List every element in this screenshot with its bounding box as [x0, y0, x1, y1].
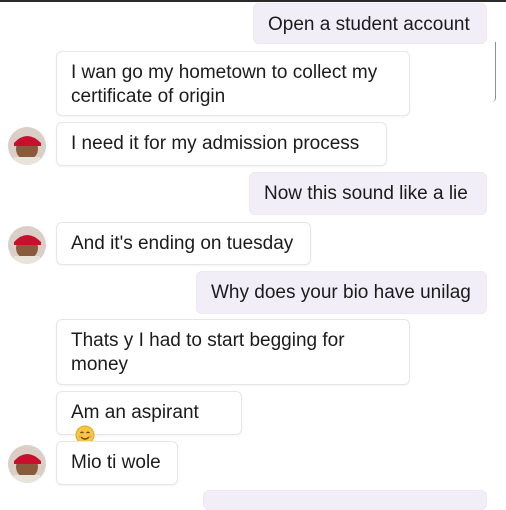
message-text: Mio ti wole [71, 452, 161, 473]
contact-avatar[interactable] [8, 226, 46, 264]
message-bubble-received[interactable]: And it's ending on tuesday [56, 222, 311, 265]
message-bubble-received[interactable]: Am an aspirant [56, 391, 242, 445]
message-bubble-received[interactable]: Mio ti wole [56, 441, 178, 485]
message-text: Why does your bio have unilag [211, 282, 471, 303]
message-text: I need it for my admission process [71, 133, 360, 154]
message-text: And it's ending on tuesday [71, 233, 294, 254]
message-text: Am an aspirant [71, 402, 199, 423]
message-bubble-sent-partial[interactable] [203, 490, 487, 510]
message-text: Open a student account [268, 14, 470, 35]
top-divider [0, 0, 506, 2]
message-bubble-received[interactable]: I wan go my hometown to collect my certi… [56, 51, 410, 116]
message-text: I wan go my hometown to collect my certi… [71, 62, 378, 107]
message-bubble-received[interactable]: I need it for my admission process [56, 122, 387, 166]
scrollbar[interactable] [492, 42, 496, 102]
avatar-photo-icon [8, 127, 46, 165]
message-bubble-received[interactable]: Thats y I had to start begging for money [56, 319, 410, 385]
message-bubble-sent[interactable]: Now this sound like a lie [249, 172, 487, 215]
message-bubble-sent[interactable]: Open a student account [253, 3, 487, 44]
avatar-photo-icon [8, 226, 46, 264]
message-text: Now this sound like a lie [264, 183, 468, 204]
message-text: Thats y I had to start begging for money [71, 330, 345, 375]
contact-avatar[interactable] [8, 445, 46, 483]
message-bubble-sent[interactable]: Why does your bio have unilag [196, 271, 487, 314]
avatar-photo-icon [8, 445, 46, 483]
contact-avatar[interactable] [8, 127, 46, 165]
